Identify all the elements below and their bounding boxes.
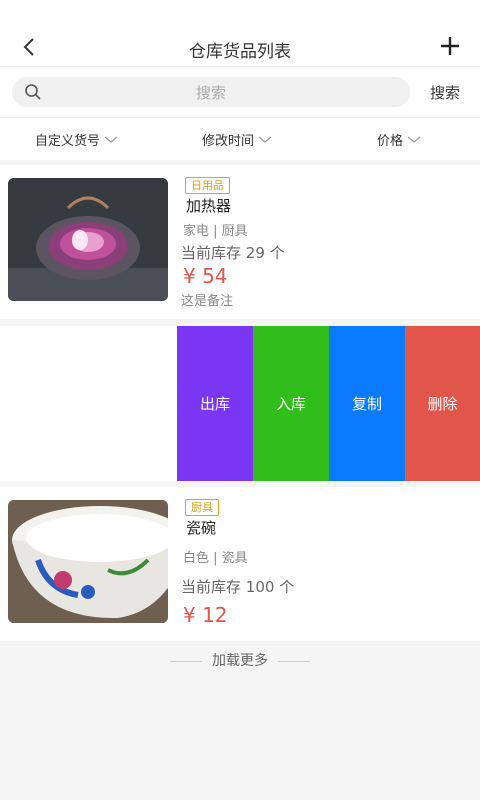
filter-label: 价格 <box>377 134 404 149</box>
load-more[interactable]: 加载更多 <box>0 650 480 670</box>
copy-button[interactable]: 复制 <box>329 326 405 481</box>
filter-label: 自定义货号 <box>35 134 101 149</box>
product-name: 瓷碗 <box>186 519 217 537</box>
product-price: ¥ 54 <box>183 264 228 288</box>
nav-bar: 仓库货品列表 <box>0 30 480 67</box>
status-bar <box>0 0 480 30</box>
chevron-down-icon <box>104 136 118 143</box>
stock-count: 29 <box>245 244 265 262</box>
filter-bar: 自定义货号 修改时间 价格 <box>0 117 480 160</box>
stock-info: 当前库存 100 个 <box>181 576 294 597</box>
stock-label: 当前库存 <box>181 578 242 596</box>
list-item[interactable]: 厨具 瓷碗 白色 | 瓷具 当前库存 100 个 ¥ 12 <box>0 487 480 641</box>
filter-modified-time[interactable]: 修改时间 <box>202 130 272 149</box>
search-bar: 搜索 搜索 <box>0 67 480 117</box>
chevron-down-icon <box>407 136 421 143</box>
search-button[interactable]: 搜索 <box>430 82 460 103</box>
swipe-actions-row: 出库 入库 复制 删除 <box>0 326 480 481</box>
chevron-down-icon <box>258 136 272 143</box>
stock-out-button[interactable]: 出库 <box>177 326 253 481</box>
divider <box>278 660 310 662</box>
category-tag: 日用品 <box>185 177 230 194</box>
filter-price[interactable]: 价格 <box>377 130 421 149</box>
divider <box>170 660 202 662</box>
stock-label: 当前库存 <box>181 244 242 262</box>
product-category: 家电 | 厨具 <box>183 224 248 239</box>
filter-label: 修改时间 <box>202 134 255 149</box>
product-remark: 这是备注 <box>181 294 234 309</box>
product-name: 加热器 <box>186 197 232 215</box>
plus-icon[interactable] <box>438 34 462 58</box>
delete-label: 删除 <box>427 395 458 413</box>
stock-count: 100 <box>245 578 275 596</box>
search-input[interactable]: 搜索 <box>12 77 410 107</box>
category-tag: 厨具 <box>185 499 219 516</box>
stock-unit: 个 <box>269 244 285 262</box>
stock-unit: 个 <box>279 578 295 596</box>
list-item[interactable]: 日用品 加热器 家电 | 厨具 当前库存 29 个 ¥ 54 这是备注 <box>0 165 480 319</box>
delete-button[interactable]: 删除 <box>405 326 480 481</box>
product-image <box>8 500 168 623</box>
product-price: ¥ 12 <box>183 603 228 627</box>
product-category: 白色 | 瓷具 <box>183 551 248 566</box>
product-image <box>8 178 168 301</box>
stock-info: 当前库存 29 个 <box>181 242 285 263</box>
load-more-label: 加载更多 <box>212 653 268 669</box>
page-title: 仓库货品列表 <box>189 42 291 62</box>
copy-label: 复制 <box>351 395 382 413</box>
stock-in-button[interactable]: 入库 <box>253 326 329 481</box>
stock-in-label: 入库 <box>275 395 306 413</box>
search-placeholder: 搜索 <box>195 84 226 102</box>
filter-custom-sku[interactable]: 自定义货号 <box>35 130 118 149</box>
stock-out-label: 出库 <box>199 395 230 413</box>
